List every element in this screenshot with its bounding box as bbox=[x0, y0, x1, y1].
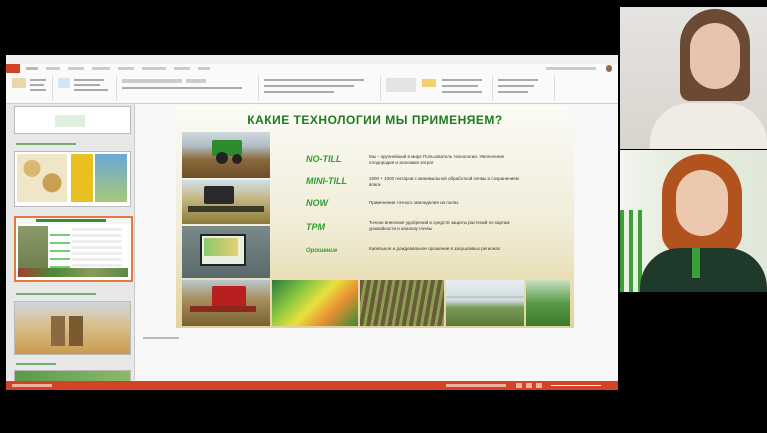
paragraph-group[interactable] bbox=[260, 75, 381, 101]
background-graphic bbox=[620, 210, 642, 292]
participant-video-2[interactable] bbox=[620, 150, 767, 292]
tech-label-mini-till: MINI-TILL bbox=[306, 176, 347, 186]
editing-group[interactable] bbox=[494, 75, 555, 101]
reading-view-icon[interactable] bbox=[536, 383, 542, 388]
participant-sweater bbox=[650, 103, 767, 149]
tab-design[interactable] bbox=[68, 67, 84, 70]
tech-label-now: NOW bbox=[306, 198, 328, 208]
tech-label-no-till: NO-TILL bbox=[306, 154, 342, 164]
slide-section-label bbox=[14, 290, 129, 298]
tech-label-irrigation: Орошение bbox=[306, 248, 338, 254]
current-slide: КАКИЕ ТЕХНОЛОГИИ МЫ ПРИМЕНЯЕМ? NO-TILL М… bbox=[176, 106, 574, 328]
tech-desc-irrigation: Капельное и дождевальное орошение в засу… bbox=[369, 246, 501, 251]
tab-slideshow[interactable] bbox=[142, 67, 166, 70]
normal-view-icon[interactable] bbox=[516, 383, 522, 388]
tab-view[interactable] bbox=[198, 67, 210, 70]
slide-title: КАКИЕ ТЕХНОЛОГИИ МЫ ПРИМЕНЯЕМ? bbox=[247, 113, 503, 127]
zoom-slider[interactable] bbox=[551, 385, 601, 386]
status-bar bbox=[6, 381, 618, 390]
photo-seeder bbox=[182, 180, 270, 224]
photo-combine bbox=[182, 280, 270, 326]
photo-crop-rows bbox=[360, 280, 444, 326]
slide-section-label bbox=[14, 360, 129, 368]
tech-label-tpm: TPM bbox=[306, 222, 325, 232]
tab-file[interactable] bbox=[6, 64, 20, 73]
participant-jacket bbox=[640, 248, 767, 292]
notes-placeholder[interactable] bbox=[143, 335, 179, 339]
account-name bbox=[546, 67, 596, 70]
slides-group[interactable] bbox=[54, 75, 117, 101]
tab-animations[interactable] bbox=[118, 67, 134, 70]
slide-thumbnail[interactable] bbox=[14, 301, 131, 355]
slide-thumbnail-selected[interactable] bbox=[14, 216, 133, 282]
tab-home[interactable] bbox=[26, 67, 38, 70]
slide-thumbnail[interactable] bbox=[14, 106, 131, 134]
sorter-view-icon[interactable] bbox=[526, 383, 532, 388]
photo-yield-map bbox=[272, 280, 358, 326]
participant-face bbox=[676, 170, 728, 236]
drawing-group[interactable] bbox=[382, 75, 493, 101]
tab-review[interactable] bbox=[174, 67, 190, 70]
tab-insert[interactable] bbox=[46, 67, 60, 70]
tech-desc-mini-till: 1000 + 1000 гектаров с минимальной обраб… bbox=[369, 176, 519, 187]
slide-section-label bbox=[14, 140, 129, 148]
participant-face bbox=[690, 23, 740, 89]
participant-video-1[interactable] bbox=[620, 7, 767, 149]
tech-desc-no-till: Мы – крупнейший в мире Пользователь техн… bbox=[369, 154, 505, 165]
tech-desc-tpm: Точное внесение удобрений и средств защи… bbox=[369, 220, 510, 231]
participant-lanyard bbox=[692, 248, 700, 278]
clipboard-group[interactable] bbox=[8, 75, 53, 101]
tab-transitions[interactable] bbox=[92, 67, 110, 70]
photo-gps-console bbox=[182, 226, 270, 278]
font-group[interactable] bbox=[118, 75, 259, 101]
slide-thumbnail[interactable] bbox=[14, 151, 131, 207]
account-avatar[interactable] bbox=[606, 65, 612, 72]
ribbon bbox=[6, 73, 618, 104]
photo-green-field bbox=[526, 280, 570, 326]
tech-desc-now: Применение точного земледелия на полях bbox=[369, 200, 459, 205]
photo-tractor bbox=[182, 132, 270, 178]
photo-irrigation bbox=[446, 280, 524, 326]
title-bar bbox=[6, 55, 618, 64]
slide-thumbnails-pane[interactable] bbox=[6, 104, 135, 384]
